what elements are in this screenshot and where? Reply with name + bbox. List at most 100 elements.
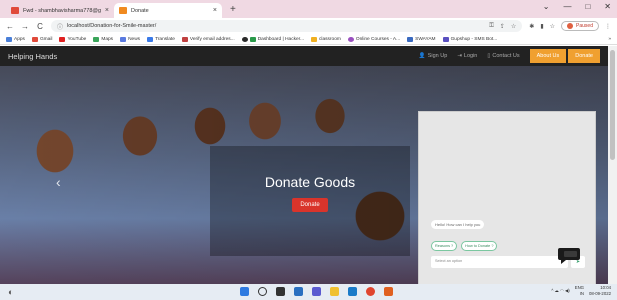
key-icon[interactable]: ⚿ <box>489 23 494 30</box>
tab-search-icon[interactable]: ⌄ <box>543 2 550 11</box>
new-tab-button[interactable]: + <box>222 3 244 18</box>
bookmark-label: YouTube <box>67 36 87 42</box>
chrome-icon[interactable] <box>366 287 375 296</box>
profile-button[interactable]: Paused <box>561 21 599 31</box>
apps-grid-icon <box>6 36 12 42</box>
site-favicon-icon <box>119 7 127 14</box>
browser-tab-gmail[interactable]: Fwd - shambhavisharma778@g × <box>6 3 114 18</box>
profile-status: Paused <box>576 23 593 29</box>
close-tab-icon[interactable]: × <box>213 7 217 14</box>
address-text: localhost/Donation-for-Smile-master/ <box>67 23 157 29</box>
teams-chat-icon[interactable] <box>312 287 321 296</box>
chat-input[interactable]: Select an option <box>431 256 568 268</box>
bookmark-gmail[interactable]: Gmail <box>31 36 52 42</box>
file-explorer-icon[interactable] <box>330 287 339 296</box>
search-icon[interactable] <box>258 287 267 296</box>
close-tab-icon[interactable]: × <box>105 7 109 14</box>
nav-label: Sign Up <box>427 53 448 59</box>
bookmark-list-icon[interactable]: ☆ <box>550 23 555 30</box>
phone-icon: ▯ <box>487 53 491 59</box>
chat-option-how-to-donate[interactable]: How to Donate ? <box>461 241 498 251</box>
weather-widget-icon[interactable]: ◐ <box>8 287 13 297</box>
hero-donate-button[interactable]: Donate <box>292 198 328 212</box>
extension-icon[interactable]: ✱ <box>529 23 534 30</box>
page-scrollbar[interactable] <box>608 46 617 284</box>
github-icon <box>241 36 248 42</box>
bookmarks-overflow-button[interactable]: » <box>608 37 611 42</box>
bookmark-verify-email[interactable]: Verify email addres... <box>181 36 235 42</box>
bookmark-label: News <box>128 36 141 42</box>
bookmark-online-courses[interactable]: Online Courses - A... <box>347 36 401 42</box>
courses-icon <box>347 36 354 42</box>
bookmark-news[interactable]: News <box>120 36 141 42</box>
youtube-icon <box>59 36 66 42</box>
bookmark-label: Online Courses - A... <box>355 36 401 42</box>
start-menu-icon[interactable] <box>240 287 249 296</box>
clock[interactable]: 10:04 08-09-2022 <box>589 285 611 297</box>
sidepanel-icon[interactable]: ▮ <box>540 23 543 30</box>
widgets-icon[interactable] <box>294 287 303 296</box>
task-view-icon[interactable] <box>276 287 285 296</box>
back-icon[interactable]: ← <box>6 22 14 31</box>
site-info-icon[interactable]: ⓘ <box>57 22 63 31</box>
edge-icon[interactable] <box>348 287 357 296</box>
nav-donate-button[interactable]: Donate <box>568 49 600 63</box>
maps-icon <box>93 36 100 42</box>
browser-tab-donate[interactable]: Donate × <box>114 3 222 18</box>
scrollbar-thumb[interactable] <box>610 50 615 160</box>
bookmark-label: Maps <box>101 36 114 42</box>
share-icon[interactable]: ⇪ <box>500 23 505 30</box>
taskbar-apps <box>240 287 393 296</box>
bookmark-apps[interactable]: Apps <box>6 36 25 42</box>
bookmark-label: Verify email addres... <box>189 36 235 42</box>
maximize-icon[interactable]: □ <box>585 2 590 11</box>
carousel-prev-icon[interactable]: ‹ <box>56 174 61 190</box>
nav-login-link[interactable]: ⇥ Login <box>457 53 477 59</box>
reload-icon[interactable]: C <box>36 22 44 31</box>
bookmark-youtube[interactable]: YouTube <box>59 36 87 42</box>
browser-toolbar: ← → C ⓘ localhost/Donation-for-Smile-mas… <box>0 18 617 34</box>
bookmark-label: classroom <box>319 36 341 42</box>
language-indicator[interactable]: ENG IN <box>575 285 584 297</box>
hackerrank-icon <box>249 36 256 42</box>
bookmark-label: Apps <box>14 36 25 42</box>
carousel-caption: Donate Goods Donate <box>210 146 410 256</box>
bookmark-swayam[interactable]: SWAYAM <box>407 36 436 42</box>
bookmark-gupshup[interactable]: Gupshup - SMS Bot... <box>442 36 498 42</box>
site-brand[interactable]: Helping Hands <box>8 52 57 61</box>
nav-contact-link[interactable]: ▯ Contact Us <box>487 53 519 59</box>
bookmark-star-icon[interactable]: ☆ <box>511 23 516 30</box>
menu-kebab-icon[interactable]: ⋮ <box>605 23 611 30</box>
bookmark-label: Translate <box>155 36 175 42</box>
chat-option-reasons[interactable]: Reasons ? <box>431 241 458 251</box>
close-window-icon[interactable]: ✕ <box>604 2 611 11</box>
bookmark-hackerrank[interactable]: Dashboard | Hacker... <box>241 36 304 42</box>
bookmark-translate[interactable]: Translate <box>147 36 175 42</box>
swayam-icon <box>407 36 414 42</box>
page-icon <box>181 36 188 42</box>
address-bar[interactable]: ⓘ localhost/Donation-for-Smile-master/ ⚿… <box>51 20 523 32</box>
bookmark-maps[interactable]: Maps <box>93 36 114 42</box>
site-navbar: Helping Hands 👤 Sign Up ⇥ Login ▯ Contact U… <box>0 46 608 66</box>
about-us-button[interactable]: About Us <box>529 49 567 63</box>
translate-icon <box>147 36 154 42</box>
bookmark-classroom[interactable]: classroom <box>311 36 341 42</box>
chat-options: Reasons ? How to Donate ? <box>431 241 498 251</box>
system-tray: ^ ☁ ◠ ◀) ENG IN 10:04 08-09-2022 <box>551 285 611 297</box>
minimize-icon[interactable]: — <box>563 2 571 11</box>
avatar <box>567 23 574 29</box>
bookmark-label: Dashboard | Hacker... <box>257 36 304 42</box>
tray-icons[interactable]: ^ ☁ ◠ ◀) <box>551 288 569 294</box>
chat-greeting: Hello! How can I help you <box>431 220 485 229</box>
chat-launcher-icon[interactable] <box>556 246 582 266</box>
bookmark-label: Gupshup - SMS Bot... <box>450 36 498 42</box>
clock-date: 08-09-2022 <box>589 291 611 296</box>
office-icon[interactable] <box>384 287 393 296</box>
omnibox-actions: ⚿ ⇪ ☆ <box>489 23 516 30</box>
news-icon <box>120 36 127 42</box>
gmail-icon <box>11 7 19 14</box>
gupshup-icon <box>442 36 449 42</box>
forward-icon[interactable]: → <box>21 22 29 31</box>
nav-label: Contact Us <box>492 53 520 59</box>
nav-signup-link[interactable]: 👤 Sign Up <box>419 53 447 59</box>
